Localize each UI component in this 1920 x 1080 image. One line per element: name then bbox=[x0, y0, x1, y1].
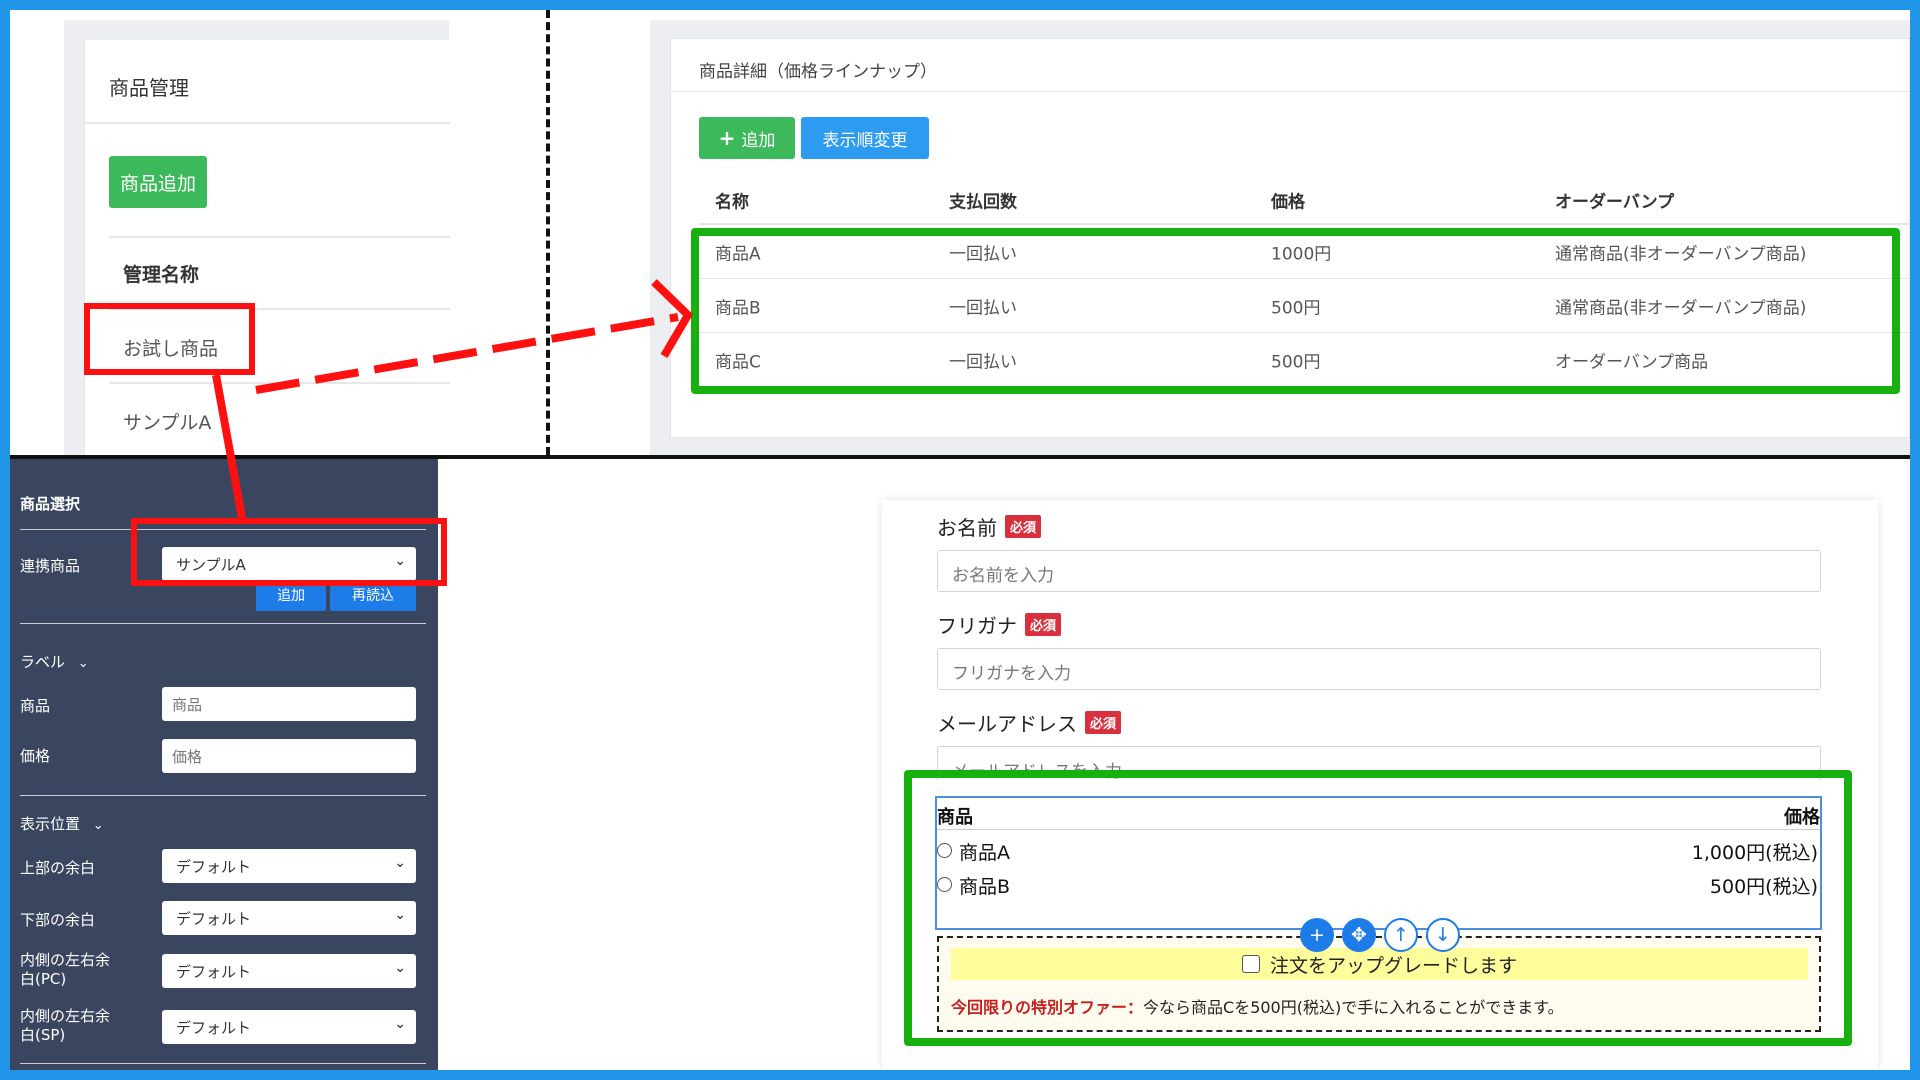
required-badge: 必須 bbox=[1005, 515, 1042, 538]
divider bbox=[109, 382, 450, 384]
table-header-row: 名称 支払回数 価格 オーダーバンプ bbox=[699, 177, 1910, 225]
top-margin-select[interactable]: デフォルト ⌄ bbox=[162, 849, 416, 883]
position-section-toggle[interactable]: 表示位置 ⌄ bbox=[20, 813, 104, 834]
email-field-label: メールアドレス 必須 bbox=[937, 708, 1122, 737]
section-title: 商品選択 bbox=[20, 495, 81, 513]
add-button[interactable]: 追加 bbox=[256, 585, 326, 611]
chevron-down-icon: ⌄ bbox=[92, 818, 104, 833]
add-product-button[interactable]: 商品追加 bbox=[109, 156, 207, 208]
column-header: 価格 bbox=[1271, 192, 1305, 213]
product-detail-title: 商品詳細（価格ラインナップ） bbox=[699, 62, 937, 82]
column-header: オーダーバンプ bbox=[1555, 192, 1675, 213]
column-header: 支払回数 bbox=[949, 192, 1017, 213]
product-management-card: 商品管理 商品追加 管理名称 お試し商品 サンプルA bbox=[84, 40, 450, 455]
name-field-label: お名前 必須 bbox=[937, 512, 1042, 541]
inner-padding-pc-select[interactable]: デフォルト ⌄ bbox=[162, 954, 416, 988]
vertical-dashed-separator bbox=[546, 10, 550, 455]
reorder-button[interactable]: 表示順変更 bbox=[801, 117, 929, 159]
divider bbox=[20, 795, 426, 796]
bottom-margin-value: デフォルト bbox=[176, 910, 252, 928]
chevron-down-icon: ⌄ bbox=[394, 907, 406, 923]
name-input[interactable]: お名前を入力 bbox=[937, 550, 1821, 592]
divider bbox=[109, 236, 450, 238]
annotation-red-box-select bbox=[131, 518, 447, 586]
plus-icon: + bbox=[718, 126, 736, 150]
annotation-red-box-sample bbox=[84, 303, 255, 375]
inner-padding-pc-label: 内側の左右余白(PC) bbox=[20, 951, 111, 988]
product-list-item[interactable]: サンプルA bbox=[123, 408, 211, 435]
product-management-title: 商品管理 bbox=[109, 76, 189, 100]
add-price-button[interactable]: + 追加 bbox=[699, 117, 795, 159]
bottom-margin-select[interactable]: デフォルト ⌄ bbox=[162, 901, 416, 935]
column-header: 名称 bbox=[715, 192, 749, 213]
inner-padding-sp-label: 内側の左右余白(SP) bbox=[20, 1007, 111, 1044]
divider bbox=[20, 623, 426, 624]
price-label: 価格 bbox=[20, 747, 51, 765]
management-name-header: 管理名称 bbox=[123, 264, 200, 286]
top-margin-value: デフォルト bbox=[176, 858, 252, 876]
bottom-margin-label: 下部の余白 bbox=[20, 911, 96, 929]
product-label: 商品 bbox=[20, 697, 51, 715]
divider bbox=[671, 91, 1910, 92]
required-badge: 必須 bbox=[1085, 711, 1122, 734]
kana-label: フリガナ bbox=[937, 614, 1017, 638]
required-badge: 必須 bbox=[1025, 613, 1062, 636]
linked-product-label: 連携商品 bbox=[20, 557, 81, 575]
chevron-down-icon: ⌄ bbox=[394, 855, 406, 871]
chevron-down-icon: ⌄ bbox=[77, 656, 89, 671]
label-section-toggle[interactable]: ラベル ⌄ bbox=[20, 651, 89, 672]
inner-padding-sp-value: デフォルト bbox=[176, 1019, 252, 1037]
price-label-input[interactable]: 価格 bbox=[162, 739, 416, 773]
email-label: メールアドレス bbox=[937, 712, 1077, 736]
annotation-green-box-form bbox=[904, 770, 1852, 1046]
kana-input[interactable]: フリガナを入力 bbox=[937, 648, 1821, 690]
product-label-input[interactable]: 商品 bbox=[162, 687, 416, 721]
divider bbox=[85, 122, 450, 124]
reload-button[interactable]: 再読込 bbox=[330, 585, 416, 611]
chevron-down-icon: ⌄ bbox=[394, 1016, 406, 1032]
inner-padding-pc-value: デフォルト bbox=[176, 963, 252, 981]
top-margin-label: 上部の余白 bbox=[20, 859, 96, 877]
chevron-down-icon: ⌄ bbox=[394, 960, 406, 976]
divider bbox=[20, 1063, 426, 1064]
annotation-green-box-table bbox=[691, 228, 1900, 394]
label-section-title: ラベル bbox=[20, 653, 66, 671]
position-section-title: 表示位置 bbox=[20, 815, 81, 833]
inner-padding-sp-select[interactable]: デフォルト ⌄ bbox=[162, 1010, 416, 1044]
screenshot-canvas: 商品管理 商品追加 管理名称 お試し商品 サンプルA 商品詳細（価格ラインナップ… bbox=[10, 10, 1910, 1070]
name-label: お名前 bbox=[937, 516, 997, 540]
add-price-label: 追加 bbox=[741, 130, 776, 151]
kana-field-label: フリガナ 必須 bbox=[937, 610, 1062, 639]
